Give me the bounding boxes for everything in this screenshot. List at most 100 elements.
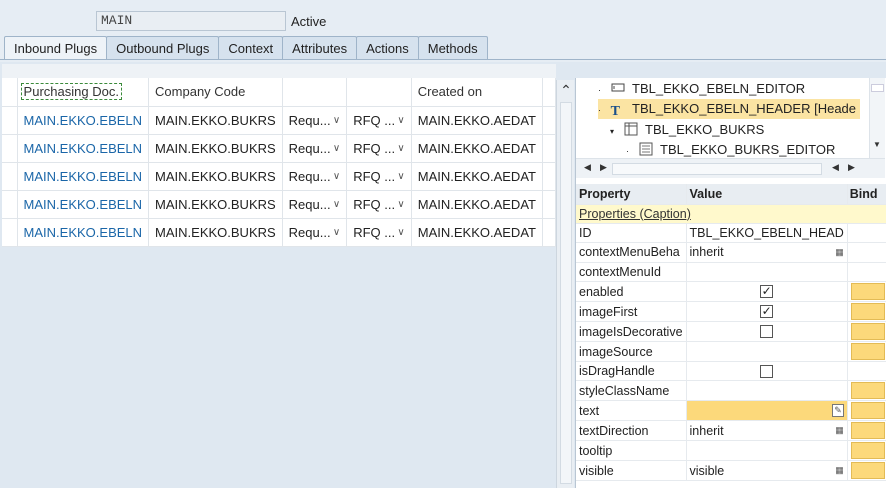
collapse-arrow-icon[interactable]: ▾ (610, 127, 614, 136)
chevron-down-icon[interactable]: ∨ (333, 143, 340, 154)
scroll-right-icon[interactable]: ▶ (848, 162, 855, 173)
edit-text-icon[interactable]: ✎ (832, 404, 844, 418)
cell-purchasing-doc[interactable]: MAIN.EKKO.EBELN (17, 134, 150, 163)
property-row-context-menu-behaviour[interactable]: contextMenuBeha inherit ▦ (576, 242, 886, 263)
row-selector[interactable] (2, 106, 18, 135)
row-selector[interactable] (2, 162, 18, 191)
bind-button[interactable] (850, 442, 885, 460)
cell-dropdown-1[interactable]: Requ... ∨ (282, 190, 348, 219)
tab-outbound-plugs[interactable]: Outbound Plugs (106, 36, 220, 60)
chevron-down-icon[interactable]: ∨ (397, 199, 404, 210)
row-selector[interactable] (2, 134, 18, 163)
tree-horizontal-scrollbar[interactable]: ◀ ▶ ◀ ▶ (576, 158, 885, 178)
table-row[interactable]: MAIN.EKKO.EBELN MAIN.EKKO.BUKRS Requ... ∨… (2, 162, 557, 191)
bind-button[interactable] (850, 283, 885, 301)
tree-node[interactable]: · TBL_EKKO_BUKRS_EDITOR (626, 140, 835, 158)
cell-dropdown-1[interactable]: Requ... ∨ (282, 162, 348, 191)
chevron-down-icon[interactable]: ∨ (397, 171, 404, 182)
property-value-input[interactable] (686, 440, 848, 462)
view-name-field[interactable]: MAIN (96, 11, 286, 31)
tree-node-selected[interactable]: · T TBL_EKKO_EBELN_HEADER [Heade (598, 99, 861, 119)
cell-purchasing-doc[interactable]: MAIN.EKKO.EBELN (17, 190, 150, 219)
chevron-down-icon[interactable]: ∨ (397, 227, 404, 238)
table-row[interactable]: MAIN.EKKO.EBELN MAIN.EKKO.BUKRS Requ... ∨… (2, 134, 557, 163)
property-value-input[interactable] (686, 341, 848, 363)
column-header-4[interactable] (346, 78, 412, 107)
scroll-thumb[interactable] (612, 163, 822, 175)
property-id-input[interactable]: TBL_EKKO_EBELN_HEAD (686, 223, 848, 244)
property-text-input[interactable]: ✎ (686, 400, 848, 422)
table-row[interactable]: MAIN.EKKO.EBELN MAIN.EKKO.BUKRS Requ... ∨… (2, 218, 557, 247)
tab-attributes[interactable]: Attributes (282, 36, 358, 60)
chevron-down-icon[interactable]: ∨ (333, 199, 340, 210)
chevron-down-icon[interactable]: ∨ (333, 171, 340, 182)
bind-button[interactable] (850, 323, 885, 341)
property-row-text-direction[interactable]: textDirection inherit ▦ (576, 420, 886, 442)
column-header-company-code[interactable]: Company Code (148, 78, 283, 107)
cell-purchasing-doc[interactable]: MAIN.EKKO.EBELN (17, 218, 150, 247)
tree-node[interactable]: · TBL_EKKO_EBELN_EDITOR (598, 79, 805, 99)
property-group-row[interactable]: Properties (Caption) (576, 204, 886, 224)
dropdown-icon[interactable]: ▦ (835, 465, 844, 476)
bind-button[interactable] (850, 382, 885, 400)
scroll-right-icon[interactable]: ▶ (600, 162, 607, 173)
chevron-down-icon[interactable]: ∨ (333, 115, 340, 126)
bind-button[interactable] (850, 402, 885, 420)
bind-button[interactable] (850, 343, 885, 361)
cell-dropdown-1[interactable]: Requ... ∨ (282, 134, 348, 163)
cell-dropdown-2[interactable]: RFQ ... ∨ (346, 190, 412, 219)
row-selector[interactable] (2, 218, 18, 247)
property-row-style-class-name[interactable]: styleClassName (576, 380, 886, 402)
bind-button[interactable] (850, 462, 885, 480)
property-row-visible[interactable]: visible visible ▦ (576, 460, 886, 482)
property-value-input[interactable] (686, 262, 848, 283)
scroll-left-icon[interactable]: ◀ (584, 162, 591, 173)
bind-button[interactable] (850, 303, 885, 321)
cell-purchasing-doc[interactable]: MAIN.EKKO.EBELN (17, 162, 150, 191)
scroll-up-icon[interactable]: ⌃ (557, 82, 575, 99)
table-row[interactable]: MAIN.EKKO.EBELN MAIN.EKKO.BUKRS Requ... ∨… (2, 106, 557, 135)
bind-button[interactable] (850, 422, 885, 440)
property-group-label[interactable]: Properties (Caption) (579, 207, 691, 221)
tree-node[interactable]: ▾ TBL_EKKO_BUKRS (610, 120, 764, 140)
property-row-is-drag-handle[interactable]: isDragHandle (576, 361, 886, 382)
column-header-created-on[interactable]: Created on (411, 78, 543, 107)
property-value-dropdown[interactable]: visible ▦ (686, 460, 848, 482)
enabled-checkbox[interactable]: ✓ (760, 285, 774, 299)
preview-vertical-scrollbar[interactable]: ⌃ (556, 80, 574, 488)
scroll-left-icon[interactable]: ◀ (832, 162, 839, 173)
tab-actions[interactable]: Actions (356, 36, 419, 60)
property-row-enabled[interactable]: enabled ✓ (576, 281, 886, 303)
property-row-context-menu-id[interactable]: contextMenuId (576, 262, 886, 283)
column-header-purchasing-doc[interactable]: Purchasing Doc. (17, 78, 150, 107)
scroll-down-icon[interactable]: ▼ (873, 140, 881, 149)
property-row-image-source[interactable]: imageSource (576, 341, 886, 363)
property-row-text[interactable]: text ✎ (576, 400, 886, 422)
property-row-tooltip[interactable]: tooltip (576, 440, 886, 462)
cell-dropdown-2[interactable]: RFQ ... ∨ (346, 218, 412, 247)
property-row-id[interactable]: ID TBL_EKKO_EBELN_HEAD (576, 223, 886, 244)
property-row-image-first[interactable]: imageFirst ✓ (576, 301, 886, 323)
property-value-dropdown[interactable]: inherit ▦ (686, 242, 848, 263)
cell-dropdown-2[interactable]: RFQ ... ∨ (346, 106, 412, 135)
property-row-image-is-decorative[interactable]: imageIsDecorative (576, 321, 886, 343)
tree-vertical-scrollbar[interactable]: ▼ (869, 78, 885, 158)
is-drag-handle-checkbox[interactable] (760, 364, 774, 378)
chevron-down-icon[interactable]: ∨ (333, 227, 340, 238)
cell-dropdown-2[interactable]: RFQ ... ∨ (346, 162, 412, 191)
dropdown-icon[interactable]: ▦ (835, 425, 844, 436)
cell-dropdown-1[interactable]: Requ... ∨ (282, 106, 348, 135)
tab-methods[interactable]: Methods (417, 36, 488, 60)
tab-inbound-plugs[interactable]: Inbound Plugs (4, 36, 108, 60)
chevron-down-icon[interactable]: ∨ (397, 115, 404, 126)
tab-context[interactable]: Context (218, 36, 284, 60)
cell-dropdown-2[interactable]: RFQ ... ∨ (346, 134, 412, 163)
row-selector[interactable] (2, 190, 18, 219)
cell-purchasing-doc[interactable]: MAIN.EKKO.EBELN (17, 106, 150, 135)
dropdown-icon[interactable]: ▦ (835, 247, 844, 258)
image-is-decorative-checkbox[interactable] (760, 325, 774, 339)
cell-dropdown-1[interactable]: Requ... ∨ (282, 218, 348, 247)
property-value-dropdown[interactable]: inherit ▦ (686, 420, 848, 442)
scroll-thumb[interactable] (871, 84, 884, 92)
table-row[interactable]: MAIN.EKKO.EBELN MAIN.EKKO.BUKRS Requ... ∨… (2, 190, 557, 219)
